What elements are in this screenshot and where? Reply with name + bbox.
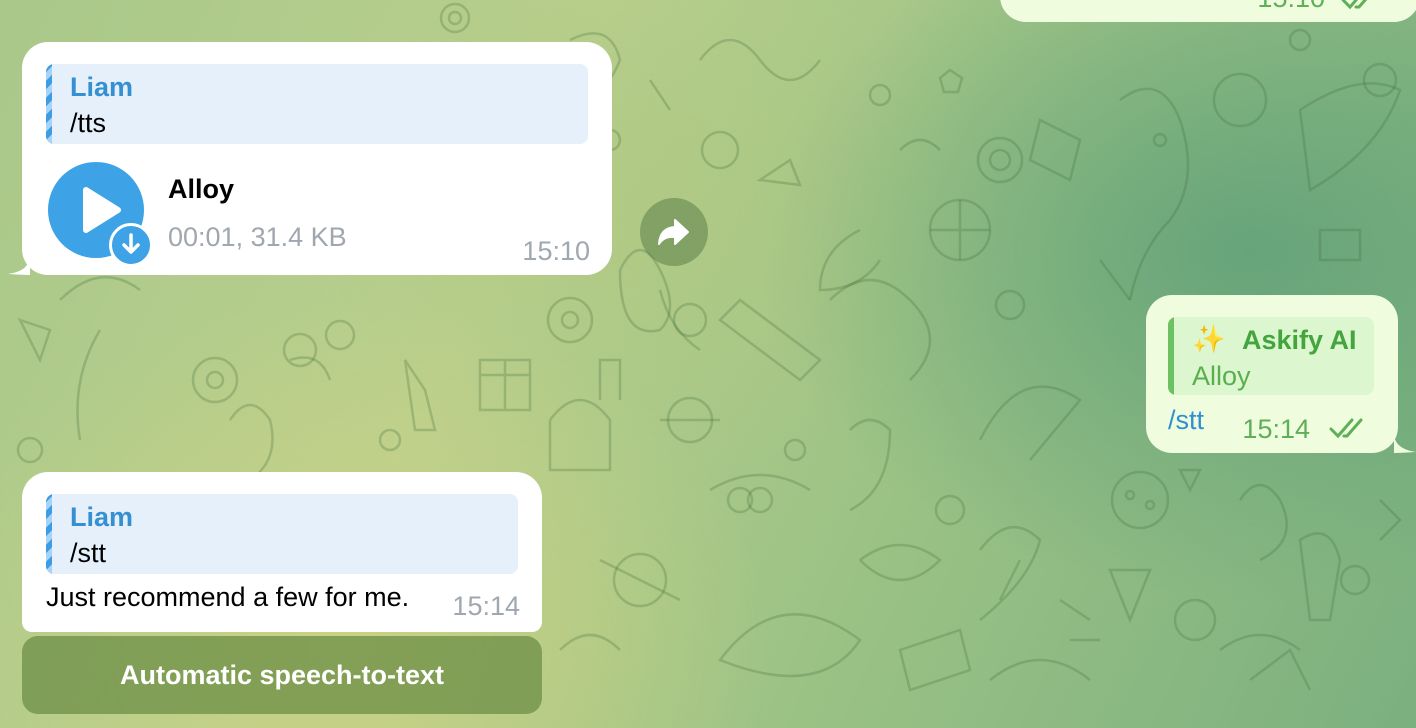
reply-quote-bar	[46, 64, 52, 144]
reply-quote-bar	[46, 494, 52, 574]
message-time: 15:14	[452, 591, 520, 621]
reply-quoted-text: Alloy	[1192, 361, 1251, 391]
share-forward-icon	[658, 219, 689, 245]
reply-sender-name: Askify AI	[1242, 325, 1357, 355]
reply-sender-name: Liam	[70, 72, 134, 102]
double-check-icon	[1329, 418, 1363, 439]
reply-quote[interactable]: Liam /stt	[46, 494, 518, 574]
double-check-icon	[1341, 0, 1368, 10]
bubble-tail	[1394, 433, 1416, 453]
reply-sender-name: Liam	[70, 502, 134, 532]
automatic-speech-to-text-button[interactable]: Automatic speech-to-text	[22, 636, 542, 714]
reply-quote[interactable]: Liam /tts	[46, 64, 588, 144]
message-time: 15:10	[522, 236, 590, 266]
message-command-link[interactable]: /stt	[1168, 405, 1204, 436]
reply-quote-bar	[1168, 317, 1174, 395]
outgoing-message-bubble[interactable]: ✨ Askify AI Alloy /stt 15:14	[1146, 295, 1398, 453]
forward-message-button[interactable]	[640, 198, 708, 266]
reply-quoted-text: /tts	[70, 108, 107, 138]
message-time: 15:10	[1257, 0, 1325, 14]
audio-title: Alloy	[168, 174, 235, 204]
message-text: Just recommend a few for me.	[46, 582, 410, 612]
message-time: 15:14	[1242, 414, 1310, 444]
reply-quote[interactable]: ✨ Askify AI Alloy	[1168, 317, 1374, 395]
incoming-audio-message-bubble[interactable]: Liam /tts Alloy 00:01, 31.4 KB 15:10	[22, 42, 612, 275]
bubble-tail	[8, 255, 30, 275]
sparkles-icon: ✨	[1192, 324, 1226, 354]
audio-download-button[interactable]	[109, 223, 153, 267]
partial-outgoing-message-bubble: 15:10	[1000, 0, 1416, 22]
reply-quoted-text: /stt	[70, 538, 107, 568]
audio-meta: 00:01, 31.4 KB	[168, 222, 347, 252]
download-arrow-icon	[122, 233, 140, 254]
incoming-message-bubble[interactable]: Liam /stt Just recommend a few for me. 1…	[22, 472, 542, 632]
